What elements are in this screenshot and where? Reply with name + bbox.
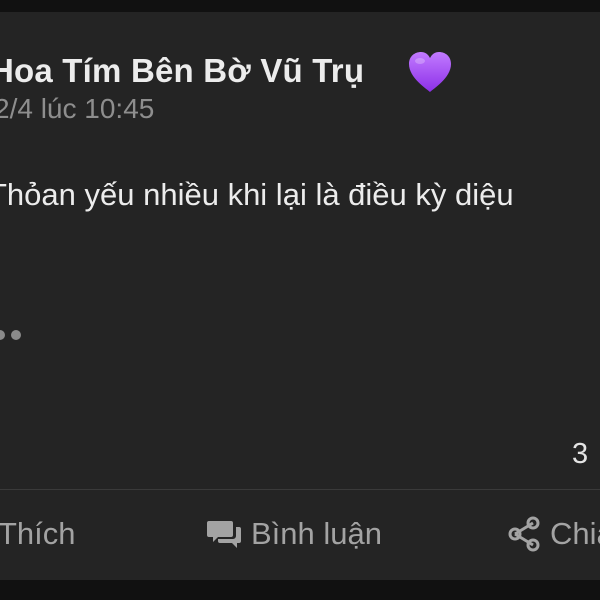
comment-button[interactable]: Bình luận	[206, 512, 382, 556]
post-card: Hoa Tím Bên Bờ Vũ Trụ 2/4 lúc 10:45 Thỏa…	[0, 12, 600, 580]
purple-heart-icon	[409, 52, 451, 92]
share-icon	[507, 516, 541, 552]
screen: Hoa Tím Bên Bờ Vũ Trụ 2/4 lúc 10:45 Thỏa…	[0, 0, 600, 600]
comment-label: Bình luận	[251, 516, 382, 551]
share-label: Chia sẻ	[550, 516, 600, 551]
post-author[interactable]: Hoa Tím Bên Bờ Vũ Trụ	[0, 52, 364, 90]
like-label: Thích	[0, 516, 76, 551]
share-button[interactable]: Chia sẻ	[507, 512, 600, 556]
more-dots-icon[interactable]	[0, 328, 32, 342]
comment-icon	[206, 516, 242, 552]
post-timestamp[interactable]: 2/4 lúc 10:45	[0, 93, 154, 125]
like-button[interactable]: Thích	[0, 512, 76, 556]
reaction-count[interactable]: 3	[572, 438, 588, 471]
post-text: Thỏan yếu nhiều khi lại là điều kỳ diệu	[0, 177, 514, 212]
post-action-bar: Thích Bình luận Chi	[0, 490, 600, 580]
